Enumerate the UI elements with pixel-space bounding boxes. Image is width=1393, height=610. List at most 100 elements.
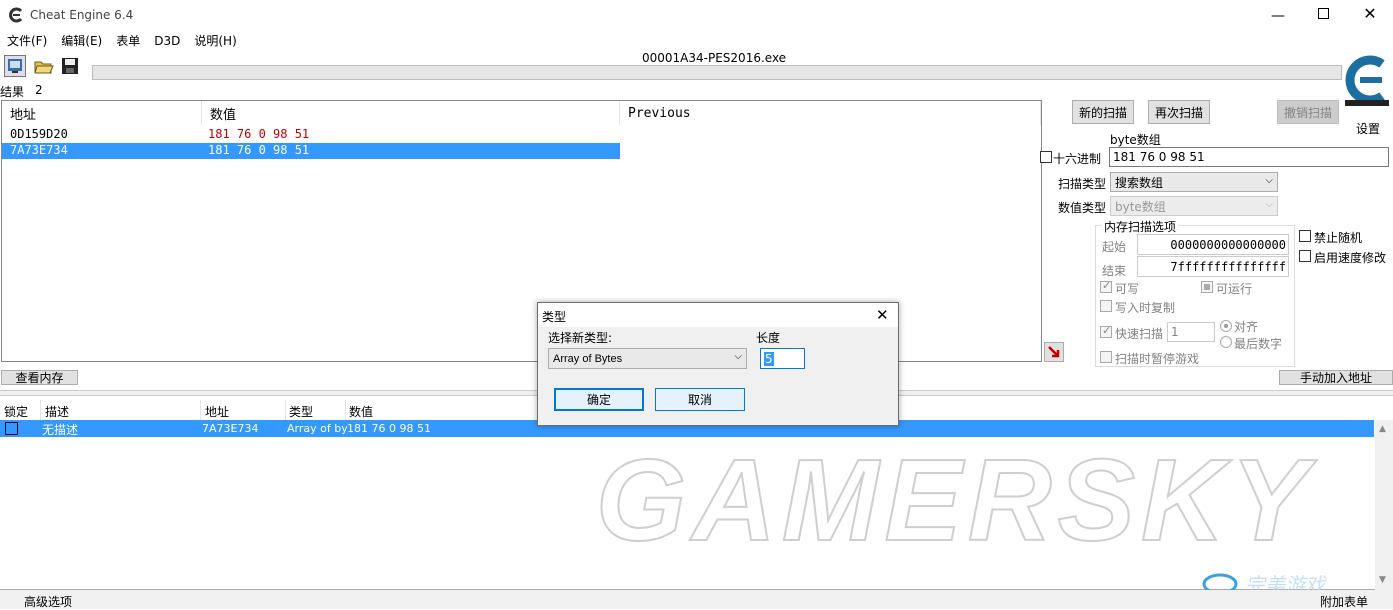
chevron-down-icon: ⌵ (1265, 175, 1273, 186)
writable-checkbox[interactable] (1100, 279, 1112, 293)
footer-bar: 高级选项 附加表单 (0, 590, 1393, 609)
column-value[interactable]: 数值 (202, 101, 620, 125)
alignment-radio[interactable] (1220, 320, 1232, 332)
title-bar: Cheat Engine 6.4 — ✕ (0, 0, 1393, 31)
scroll-up-icon[interactable]: ▲ (1379, 424, 1386, 434)
enable-speedhack-checkbox[interactable] (1299, 250, 1311, 262)
settings-label[interactable]: 设置 (1356, 120, 1380, 137)
new-scan-button[interactable]: 新的扫描 (1072, 100, 1134, 124)
menu-d3d[interactable]: D3D (154, 31, 180, 51)
column-type[interactable]: 类型 (289, 403, 313, 420)
menu-file[interactable]: 文件(F) (7, 31, 47, 51)
column-address[interactable]: 地址 (205, 403, 229, 420)
column-previous[interactable]: Previous (620, 101, 1041, 125)
last-digits-radio[interactable] (1220, 336, 1232, 348)
dialog-title: 类型 (542, 310, 567, 324)
dialog-close-icon[interactable]: ✕ (876, 306, 889, 324)
pause-game-checkbox[interactable] (1100, 351, 1112, 363)
cheat-engine-logo[interactable] (1342, 52, 1392, 107)
scan-type-label: 扫描类型 (1058, 177, 1107, 191)
chevron-down-icon: ⌵ (1265, 199, 1273, 210)
menu-help[interactable]: 说明(H) (194, 31, 236, 51)
active-checkbox[interactable] (5, 422, 18, 435)
fast-scan-checkbox[interactable] (1100, 324, 1112, 338)
copy-on-write-label: 写入时复制 (1115, 301, 1176, 315)
value-type-select[interactable]: byte数组 ⌵ (1110, 196, 1278, 216)
cheat-engine-icon (8, 7, 24, 23)
selected-type: Array of Bytes (553, 352, 623, 365)
open-process-button[interactable] (4, 55, 26, 77)
disable-random-label: 禁止随机 (1314, 231, 1363, 245)
save-icon[interactable] (60, 56, 80, 76)
fast-scan-label: 快速扫描 (1115, 327, 1164, 341)
hex-checkbox[interactable] (1040, 151, 1052, 163)
menu-table[interactable]: 表单 (116, 31, 140, 51)
pause-game-label: 扫描时暂停游戏 (1115, 352, 1200, 366)
row-description: 无描述 (42, 423, 79, 437)
memory-options-title: 内存扫描选项 (1102, 218, 1179, 235)
scan-progress-bar (92, 65, 1342, 80)
table-row[interactable]: 0D159D20 181 76 0 98 51 (2, 126, 620, 143)
fast-scan-input[interactable]: 1 (1167, 322, 1215, 342)
column-divider (40, 400, 41, 420)
copy-on-write-checkbox[interactable] (1100, 300, 1112, 312)
menu-edit[interactable]: 编辑(E) (61, 31, 102, 51)
add-to-list-arrow-button[interactable] (1044, 342, 1064, 362)
column-active[interactable]: 锁定 (4, 403, 28, 420)
start-address-input[interactable]: 0000000000000000 (1137, 234, 1289, 255)
type-dialog: 类型 ✕ 选择新类型: 长度 Array of Bytes ⌵ 5 确定 取消 (537, 302, 899, 426)
gamersky-watermark: GAMERSKY (555, 434, 1355, 566)
row-value: 181 76 0 98 51 (208, 143, 310, 157)
column-address[interactable]: 地址 (2, 101, 202, 125)
column-divider (285, 400, 286, 420)
executable-label: 可运行 (1216, 282, 1253, 296)
length-label: 长度 (756, 331, 781, 345)
scan-type-select[interactable]: 搜索数组 ⌵ (1110, 172, 1278, 192)
value-input[interactable]: 181 76 0 98 51 (1109, 147, 1389, 167)
open-file-icon[interactable] (33, 55, 55, 77)
row-value: 181 76 0 98 51 (208, 127, 310, 141)
next-scan-button[interactable]: 再次扫描 (1148, 100, 1210, 124)
process-name: 00001A34-PES2016.exe (642, 51, 787, 65)
cancel-button[interactable]: 取消 (655, 388, 745, 411)
column-description[interactable]: 描述 (45, 403, 69, 420)
stop-label: 结束 (1102, 264, 1127, 278)
maximize-icon[interactable] (1318, 8, 1329, 19)
row-value: 181 76 0 98 51 (347, 422, 431, 435)
close-icon[interactable]: ✕ (1362, 4, 1378, 23)
executable-checkbox[interactable] (1201, 281, 1213, 293)
writable-label: 可写 (1115, 282, 1140, 296)
add-address-manually-button[interactable]: 手动加入地址 (1279, 370, 1393, 385)
last-digits-label: 最后数字 (1234, 337, 1283, 351)
ok-button[interactable]: 确定 (554, 388, 644, 411)
view-memory-button[interactable]: 查看内存 (1, 370, 78, 385)
dialog-titlebar: 类型 ✕ (538, 303, 898, 327)
table-extras-button[interactable]: 附加表单 (1320, 593, 1368, 610)
value-type-label: 数值类型 (1058, 201, 1107, 215)
minimize-icon[interactable]: — (1270, 8, 1286, 24)
row-address: 7A73E734 (202, 422, 259, 435)
stop-address-input[interactable]: 7fffffffffffffff (1137, 256, 1289, 277)
results-count: 2 (35, 83, 43, 97)
row-address: 0D159D20 (10, 127, 68, 141)
value-type-value: byte数组 (1115, 199, 1166, 214)
hex-label: 十六进制 (1053, 152, 1102, 166)
results-label: 结果 (0, 85, 25, 99)
column-divider (200, 400, 201, 420)
row-type: Array of byte (287, 422, 347, 435)
type-select[interactable]: Array of Bytes ⌵ (548, 348, 747, 369)
length-value: 5 (764, 351, 774, 366)
disable-random-checkbox[interactable] (1299, 230, 1311, 242)
menu-bar: 文件(F) 编辑(E) 表单 D3D 说明(H) (0, 31, 1393, 51)
length-input[interactable]: 5 (760, 348, 805, 369)
row-address: 7A73E734 (10, 143, 68, 157)
column-value[interactable]: 数值 (349, 403, 373, 420)
table-row-selected[interactable]: 7A73E734 181 76 0 98 51 (2, 143, 620, 159)
watermark-text: GAMERSKY (596, 440, 1318, 560)
value-group-label: byte数组 (1110, 133, 1161, 147)
enable-speedhack-label: 启用速度修改 (1314, 251, 1387, 265)
column-divider (345, 400, 346, 420)
advanced-options-button[interactable]: 高级选项 (24, 593, 72, 610)
vertical-scrollbar[interactable]: ▲ ▼ (1375, 420, 1393, 590)
undo-scan-button[interactable]: 撤销扫描 (1277, 100, 1339, 124)
